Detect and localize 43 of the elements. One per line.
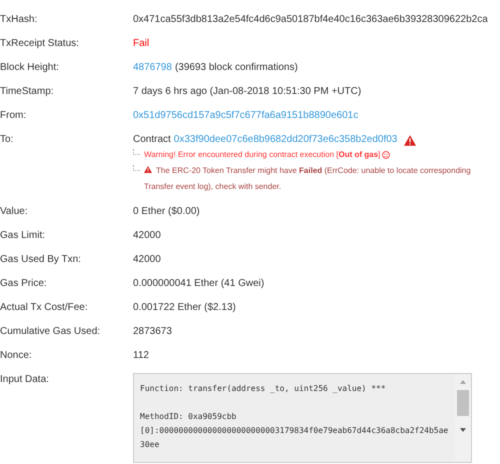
scroll-up-icon[interactable]	[460, 380, 466, 384]
link[interactable]: 0x51d9756cd157a9c5f7c677fa6a9151b8890e601c	[133, 109, 358, 123]
value-text: 0 Ether ($0.00)	[133, 205, 200, 219]
code-line: MethodID: 0xa9059cbb	[140, 411, 238, 423]
field-label: Input Data:	[0, 373, 50, 387]
field-label: Value:	[0, 205, 29, 219]
field-label: TxReceipt Status:	[0, 37, 80, 51]
link[interactable]: 4876798	[133, 61, 172, 75]
scroll-down-icon[interactable]	[460, 428, 466, 432]
field-label: TxHash:	[0, 13, 38, 27]
link[interactable]: 0x33f90dee07c6e8b9682dd20f73e6c358b2ed0f03	[174, 133, 398, 147]
value-text: 112	[133, 349, 149, 363]
warning-message: Warning! Error encountered during contract execution [Out of gas]	[144, 149, 380, 161]
tree-connector-icon	[133, 149, 140, 155]
field-label: Gas Limit:	[0, 229, 46, 243]
warning-icon	[404, 134, 416, 146]
scrollbar-thumb[interactable]	[457, 390, 469, 416]
field-label: Block Height:	[0, 61, 60, 75]
sad-face-icon	[382, 151, 390, 159]
field-label: Cumulative Gas Used:	[0, 325, 102, 339]
value-text: 7 days 6 hrs ago (Jan-08-2018 10:51:30 PM +UTC)	[133, 85, 362, 99]
field-label: Gas Price:	[0, 277, 48, 291]
value-text: 42000	[133, 229, 161, 243]
field-label: Actual Tx Cost/Fee:	[0, 301, 89, 315]
field-label: Gas Used By Txn:	[0, 253, 82, 267]
value-text: 0.000000041 Ether (41 Gwei)	[133, 277, 264, 291]
field-label: TimeStamp:	[0, 85, 55, 99]
token-warning-message: The ERC-20 Token Transfer might have Failed (ErrCode: unable to locate corresponding Transfer event log), check with sender.	[144, 165, 472, 193]
value-text: Contract	[133, 133, 171, 147]
code-line: [0]:0000000000000000000000003179834f0e79eab67d44c36a8cba2f24b5ae30ee	[140, 425, 449, 451]
value-text: 2873673	[133, 325, 172, 339]
code-line: Function: transfer(address _to, uint256 _value) ***	[140, 383, 387, 395]
tree-connector-icon	[133, 165, 140, 171]
value-text: 0.001722 Ether ($2.13)	[133, 301, 236, 315]
value-text: 42000	[133, 253, 161, 267]
field-label: From:	[0, 109, 28, 123]
warning-icon	[144, 166, 152, 173]
status-text: Fail	[133, 37, 150, 51]
field-label: Nonce:	[0, 349, 33, 363]
input-data-field[interactable]: Function: transfer(address _to, uint256 _value) *** MethodID: 0xa9059cbb [0]:0000000000000000000000003179834f0e79eab67d44c36a8cba2f24b5ae30ee	[133, 373, 472, 463]
value-text: 0x471ca55f3db813a2e54fc4d6c9a50187bf4e40c16c363ae6b39328309622b2ca	[133, 13, 488, 27]
field-label: To:	[0, 133, 14, 147]
value-text: (39693 block confirmations)	[174, 61, 298, 75]
